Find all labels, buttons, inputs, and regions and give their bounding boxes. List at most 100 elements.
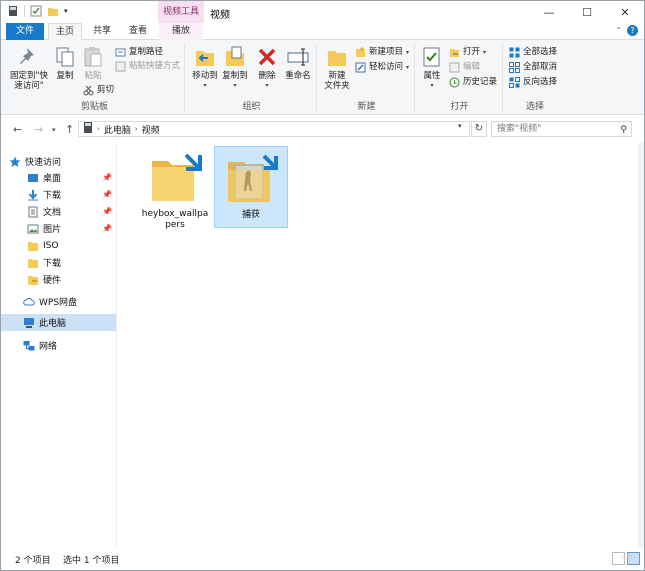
help-icon[interactable]: ? bbox=[627, 25, 638, 36]
folder-item-heybox[interactable]: heybox_wallpapers bbox=[138, 146, 212, 230]
new-item-button[interactable]: 新建项目 ▾ bbox=[355, 46, 409, 59]
breadcrumb-videos[interactable]: 视频 bbox=[142, 123, 160, 136]
tab-file[interactable]: 文件 bbox=[6, 23, 44, 40]
title-bar: ▾ 视频工具 视频 — ☐ ✕ bbox=[1, 1, 644, 23]
nav-network[interactable]: 网络 bbox=[1, 337, 116, 354]
folder-icon bbox=[152, 153, 202, 201]
search-input[interactable]: 搜索"视频" ⚲ bbox=[491, 121, 632, 137]
move-to-button[interactable]: 移动到 ▾ bbox=[191, 45, 219, 91]
recent-locations-dropdown[interactable]: ▾ bbox=[52, 126, 56, 134]
nav-pictures[interactable]: 图片 📌 bbox=[1, 220, 116, 237]
paste-shortcut-button[interactable]: 粘贴快捷方式 bbox=[115, 60, 180, 73]
address-history-dropdown[interactable]: ▾ bbox=[458, 122, 462, 130]
refresh-button[interactable]: ↻ bbox=[471, 121, 487, 137]
group-organize: 移动到 ▾ 复制到 ▾ 删除 ▾ 重命名 组织 bbox=[187, 43, 317, 113]
cut-button[interactable]: 剪切 bbox=[83, 84, 114, 97]
forward-button[interactable]: → bbox=[34, 123, 43, 136]
tab-home[interactable]: 主页 bbox=[48, 23, 82, 41]
nav-iso[interactable]: ISO bbox=[1, 237, 116, 254]
easy-access-icon bbox=[355, 62, 366, 73]
search-icon: ⚲ bbox=[620, 125, 627, 135]
vertical-scrollbar[interactable] bbox=[638, 143, 644, 548]
select-all-button[interactable]: 全部选择 bbox=[509, 46, 557, 59]
paste-icon bbox=[84, 47, 102, 67]
tab-view[interactable]: 查看 bbox=[123, 23, 153, 40]
picture-icon bbox=[27, 223, 39, 235]
pin-quick-access-button[interactable]: 固定到"快 速访问" bbox=[9, 45, 49, 91]
up-button[interactable]: ↑ bbox=[65, 123, 74, 136]
group-new: 新建 文件夹 新建项目 ▾ 轻松访问 ▾ 新建 bbox=[319, 43, 415, 113]
paste-button[interactable]: 粘贴 bbox=[81, 45, 105, 81]
rename-button[interactable]: 重命名 bbox=[283, 45, 313, 81]
group-select: 全部选择 全部取消 反向选择 选择 bbox=[505, 43, 565, 113]
new-folder-button[interactable]: 新建 文件夹 bbox=[321, 45, 353, 91]
nav-quick-access[interactable]: 快速访问 bbox=[1, 153, 116, 170]
copy-icon bbox=[56, 47, 74, 67]
copy-to-button[interactable]: 复制到 ▾ bbox=[221, 45, 249, 91]
pin-icon: 📌 bbox=[102, 173, 112, 182]
nav-quick-access-label: 快速访问 bbox=[25, 158, 62, 168]
drive-icon[interactable] bbox=[7, 5, 19, 17]
new-folder-icon[interactable] bbox=[47, 5, 59, 17]
nav-documents[interactable]: 文档 📌 bbox=[1, 203, 116, 220]
nav-desktop-label: 桌面 bbox=[43, 174, 62, 184]
delete-x-icon bbox=[258, 48, 276, 66]
organize-group-label: 组织 bbox=[242, 102, 261, 112]
open-group-label: 打开 bbox=[450, 102, 469, 112]
breadcrumb-chevron-icon[interactable]: › bbox=[97, 125, 100, 133]
delete-button[interactable]: 删除 ▾ bbox=[255, 45, 279, 91]
maximize-button[interactable]: ☐ bbox=[568, 1, 606, 23]
nav-downloads-label: 下载 bbox=[43, 191, 62, 201]
nav-this-pc-label: 此电脑 bbox=[39, 319, 67, 329]
nav-hardware[interactable]: 硬件 bbox=[1, 271, 116, 288]
nav-iso-label: ISO bbox=[43, 240, 59, 251]
back-button[interactable]: ← bbox=[13, 123, 22, 136]
folder-name: 捕获 bbox=[241, 210, 260, 220]
copy-button[interactable]: 复制 bbox=[53, 45, 77, 81]
nav-downloads[interactable]: 下载 📌 bbox=[1, 186, 116, 203]
delete-label: 删除 bbox=[258, 71, 276, 81]
properties-check-icon[interactable] bbox=[30, 5, 42, 17]
rename-label: 重命名 bbox=[285, 71, 311, 81]
folder-item-capture[interactable]: 捕获 bbox=[214, 146, 288, 228]
nav-wps-drive[interactable]: WPS网盘 bbox=[1, 293, 116, 310]
open-button[interactable]: 打开 ▾ bbox=[449, 46, 486, 59]
breadcrumb-this-pc[interactable]: 此电脑 bbox=[104, 123, 131, 136]
nav-desktop[interactable]: 桌面 📌 bbox=[1, 169, 116, 186]
contextual-tab-group: 视频工具 bbox=[158, 1, 204, 23]
caption-buttons: — ☐ ✕ bbox=[530, 1, 644, 23]
select-none-label: 全部取消 bbox=[523, 62, 558, 72]
clipboard-group-label: 剪贴板 bbox=[80, 102, 108, 112]
history-button[interactable]: 历史记录 bbox=[449, 76, 497, 89]
pin-icon: 📌 bbox=[102, 207, 112, 216]
minimize-button[interactable]: — bbox=[530, 1, 568, 23]
pin-icon bbox=[20, 48, 34, 64]
window-title: 视频 bbox=[210, 10, 230, 21]
new-item-icon bbox=[355, 47, 366, 58]
pin-quick-access-label: 固定到"快 速访问" bbox=[10, 71, 48, 91]
folder-icon bbox=[27, 240, 39, 252]
easy-access-button[interactable]: 轻松访问 ▾ bbox=[355, 61, 409, 74]
nav-this-pc[interactable]: 此电脑 bbox=[1, 314, 116, 331]
nav-download-folder[interactable]: 下载 bbox=[1, 254, 116, 271]
properties-button[interactable]: 属性 ▾ bbox=[419, 45, 445, 91]
qat-dropdown-icon[interactable]: ▾ bbox=[64, 5, 71, 17]
computer-icon bbox=[23, 317, 35, 329]
history-label: 历史记录 bbox=[463, 77, 498, 87]
invert-selection-button[interactable]: 反向选择 bbox=[509, 76, 557, 89]
close-button[interactable]: ✕ bbox=[606, 1, 644, 23]
status-bar: 2 个项目 选中 1 个项目 bbox=[1, 549, 644, 570]
folder-icon bbox=[27, 257, 39, 269]
ribbon-collapse-icon[interactable]: ⌃ bbox=[615, 26, 622, 35]
select-group-label: 选择 bbox=[525, 102, 544, 112]
edit-button[interactable]: 编辑 bbox=[449, 61, 480, 74]
select-none-button[interactable]: 全部取消 bbox=[509, 61, 557, 74]
breadcrumb-chevron-icon[interactable]: › bbox=[135, 125, 138, 133]
file-list: heybox_wallpapers 捕获 bbox=[118, 143, 638, 548]
copy-path-button[interactable]: 复制路径 bbox=[115, 46, 163, 59]
address-bar[interactable]: › 此电脑 › 视频 bbox=[78, 121, 470, 137]
pin-icon: 📌 bbox=[102, 190, 112, 199]
tab-play[interactable]: 播放 bbox=[159, 23, 203, 40]
tab-share[interactable]: 共享 bbox=[87, 23, 117, 40]
open-label: 打开 bbox=[463, 47, 481, 57]
